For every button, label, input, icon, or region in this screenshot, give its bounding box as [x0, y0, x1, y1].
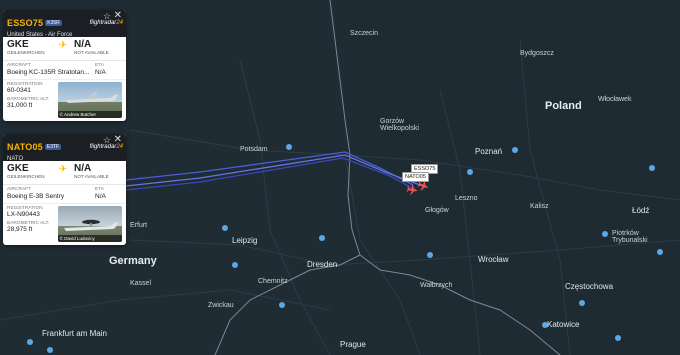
city-label: Łódź [632, 206, 650, 215]
city-label: Katowice [547, 320, 580, 329]
origin: GKE GEILENKIRCHEN [7, 164, 52, 180]
registration-value: 60-0341 [7, 87, 31, 94]
aircraft-photo[interactable]: © David Ludovicy [57, 206, 122, 242]
city-label: Kalisz [530, 203, 549, 210]
photo-credit: © Andrew Butcher [57, 111, 122, 118]
city-label: Gorzów Wielkopolski [380, 118, 419, 132]
details-row: REGISTRATION LX-N90443 BAROMETRIC ALT. 2… [3, 204, 126, 245]
plane-icon: ✈ [58, 40, 68, 51]
route: GKE GEILENKIRCHEN ✈ N/A NOT AVAILABLE [3, 161, 126, 185]
registration-value: LX-N90443 [7, 211, 40, 218]
panel-header: NATO05 E3TF NATO flightradar24 ☆ ✕ [3, 134, 126, 162]
city-label: Włocławek [598, 96, 632, 103]
panel-header: ESSO75 K35R United States - Air Force fli… [3, 10, 126, 38]
origin-name: GEILENKIRCHEN [7, 50, 45, 55]
aircraft-cell: AIRCRAFT Boeing E-3B Sentry [7, 187, 95, 201]
close-icon[interactable]: ✕ [114, 135, 122, 145]
origin-name: GEILENKIRCHEN [7, 174, 45, 179]
eta-value: N/A [95, 193, 106, 200]
aircraft-value: Boeing KC-135R Stratotan... [7, 69, 90, 76]
star-icon[interactable]: ☆ [103, 11, 111, 21]
dest-code: N/A [74, 163, 92, 174]
origin-code: GKE [7, 39, 29, 50]
country-label-germany: Germany [109, 255, 157, 267]
city-label: Potsdam [240, 146, 268, 153]
details-row: REGISTRATION 60-0341 BAROMETRIC ALT. 31,… [3, 80, 126, 121]
city-label: Wałbrzych [420, 282, 453, 289]
flight-panel-esso75: ESSO75 K35R United States - Air Force fli… [3, 10, 126, 121]
aircraft-value: Boeing E-3B Sentry [7, 193, 65, 200]
dest-code: N/A [74, 39, 92, 50]
city-label: Piotrków Trybunalski [612, 230, 648, 244]
destination: N/A NOT AVAILABLE [74, 164, 119, 180]
city-label: Wrocław [478, 255, 509, 264]
plane-tag-nato05[interactable]: NATO05 [402, 172, 429, 182]
city-label: Leszno [455, 195, 478, 202]
city-label: Częstochowa [565, 282, 614, 291]
eta-cell: ETA N/A [95, 63, 106, 77]
city-label: Dresden [307, 260, 338, 269]
aircraft-photo[interactable]: © Andrew Butcher [57, 82, 122, 118]
callsign: ESSO75 [7, 18, 44, 28]
flight-panel-nato05: NATO05 E3TF NATO flightradar24 ☆ ✕ GKE GE… [3, 134, 126, 245]
origin-code: GKE [7, 163, 29, 174]
city-label: Prague [340, 340, 366, 349]
city-label: Leipzig [232, 236, 258, 245]
dest-name: NOT AVAILABLE [74, 174, 109, 179]
aircraft-type-badge: K35R [45, 20, 62, 26]
city-label: Poznań [475, 147, 503, 156]
altitude-value: 31,000 ft [7, 102, 33, 109]
city-label: Frankfurt am Main [42, 329, 107, 338]
aircraft-cell: AIRCRAFT Boeing KC-135R Stratotan... [7, 63, 95, 77]
altitude-value: 28,975 ft [7, 226, 33, 233]
close-icon[interactable]: ✕ [114, 11, 122, 21]
destination: N/A NOT AVAILABLE [74, 40, 119, 56]
star-icon[interactable]: ☆ [103, 135, 111, 145]
aircraft-row: AIRCRAFT Boeing E-3B Sentry ETA N/A [3, 185, 126, 204]
city-label: Szczecin [350, 30, 379, 37]
route: GKE GEILENKIRCHEN ✈ N/A NOT AVAILABLE [3, 37, 126, 61]
eta-value: N/A [95, 69, 106, 76]
city-label: Bydgoszcz [520, 50, 554, 57]
eta-cell: ETA N/A [95, 187, 106, 201]
city-label: Zwickau [208, 302, 234, 309]
dest-name: NOT AVAILABLE [74, 50, 109, 55]
callsign: NATO05 [7, 142, 43, 152]
plane-icon: ✈ [58, 164, 68, 175]
city-label: Kassel [130, 280, 152, 287]
operator: United States - Air Force [7, 32, 73, 38]
country-label-poland: Poland [545, 100, 582, 112]
city-label: Chemnitz [258, 278, 288, 285]
origin: GKE GEILENKIRCHEN [7, 40, 52, 56]
aircraft-row: AIRCRAFT Boeing KC-135R Stratotan... ETA… [3, 61, 126, 80]
operator: NATO [7, 156, 24, 162]
photo-credit: © David Ludovicy [57, 235, 122, 242]
aircraft-type-badge: E3TF [44, 144, 62, 150]
city-label: Erfurt [130, 222, 148, 229]
city-label: Głogów [425, 207, 449, 214]
